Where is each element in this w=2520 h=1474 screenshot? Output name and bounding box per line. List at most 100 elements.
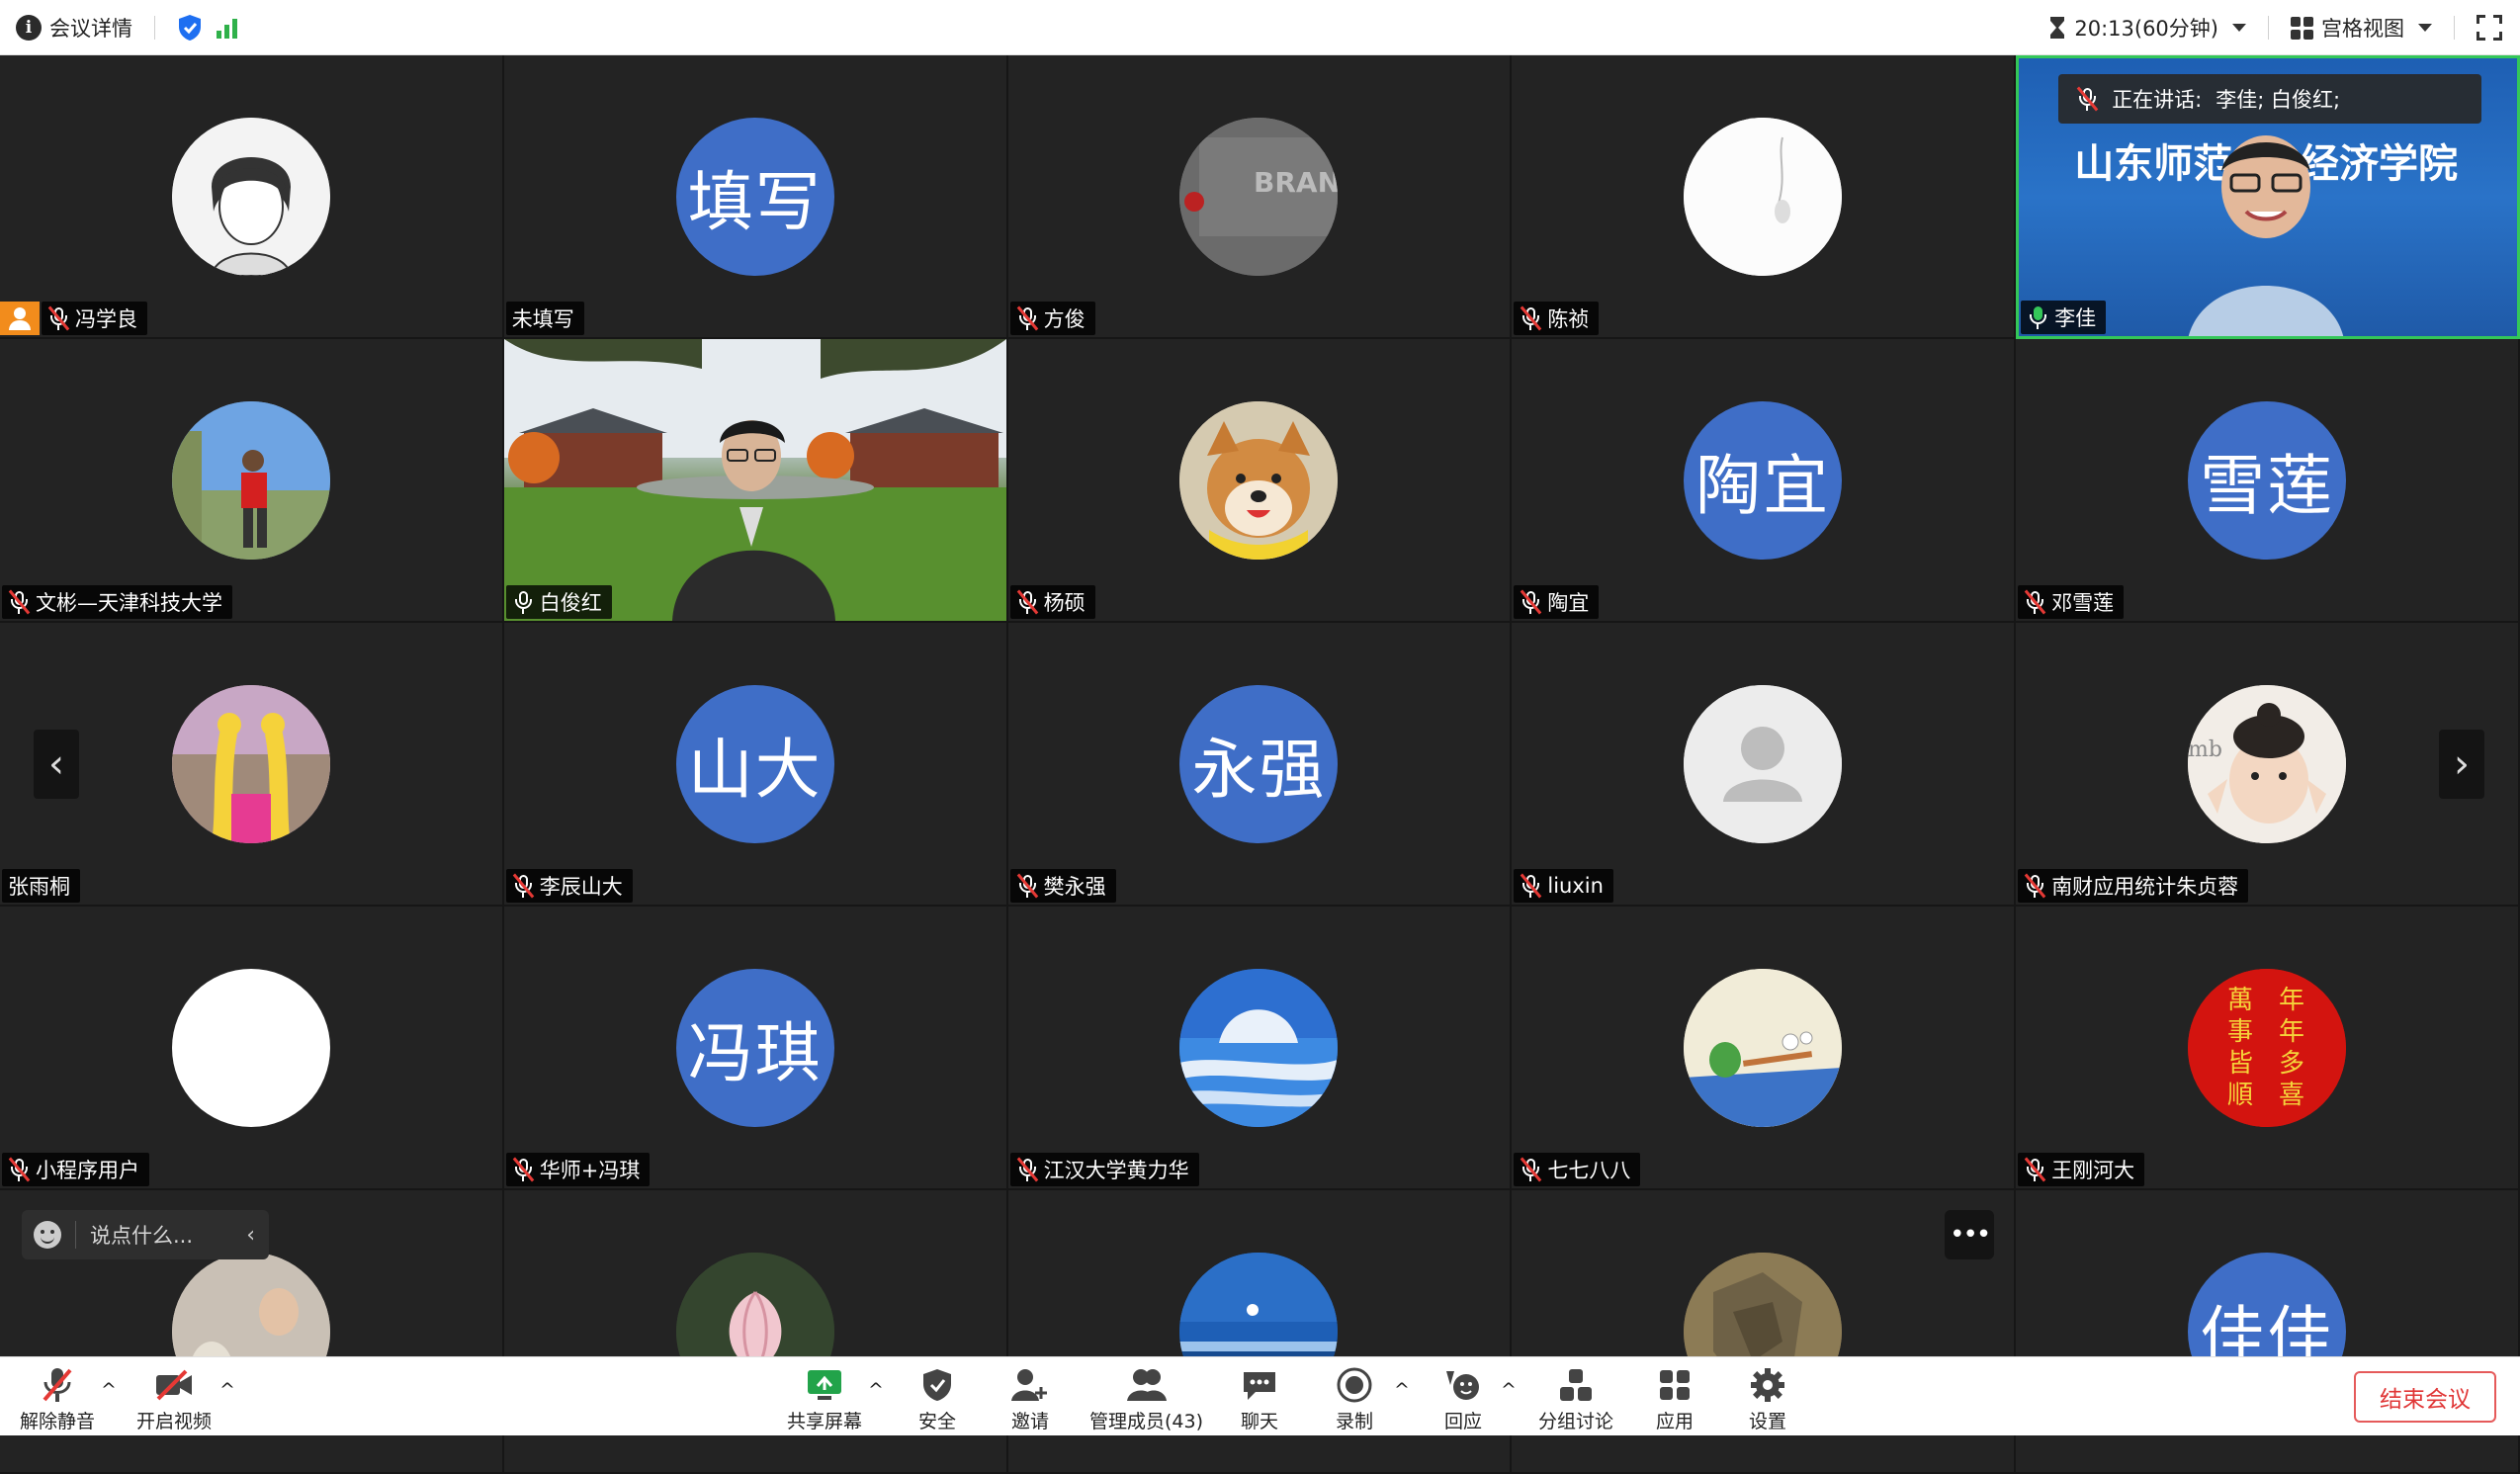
apps-grid-icon xyxy=(1655,1365,1694,1405)
participant-video xyxy=(503,339,1006,621)
reactions-button[interactable]: 回应 xyxy=(1443,1365,1483,1433)
chevron-left-icon: ‹ xyxy=(48,740,64,787)
participant-name-tag: 王刚河大 xyxy=(2018,1153,2145,1186)
participant-name-tag: 陈祯 xyxy=(1514,302,1600,335)
default-user-icon xyxy=(1684,684,1843,843)
mic-muted-icon xyxy=(2024,1157,2046,1182)
mic-muted-icon xyxy=(1520,873,1542,899)
meeting-info-label: 会议详情 xyxy=(49,16,132,41)
avatar: BRAN xyxy=(1179,117,1339,276)
participant-tile[interactable]: ‹ 张雨桐 xyxy=(0,623,504,907)
participant-name: 江汉大学黄力华 xyxy=(1043,1159,1189,1182)
apps-button[interactable]: 应用 xyxy=(1655,1365,1694,1433)
meeting-timer[interactable]: 20:13(60分钟) xyxy=(2048,13,2246,43)
reactions-options-chevron-icon[interactable]: ^ xyxy=(1501,1379,1517,1401)
participant-tile[interactable]: 山大 李辰山大 xyxy=(503,623,1008,907)
divider xyxy=(2454,16,2455,40)
participant-name: 文彬—天津科技大学 xyxy=(36,591,222,615)
unmute-button[interactable]: 解除静音 xyxy=(20,1365,95,1433)
participant-name-tag: 江汉大学黄力华 xyxy=(1009,1153,1199,1186)
participant-tile[interactable]: 杨硕 xyxy=(1007,339,1513,623)
mic-muted-icon xyxy=(2024,589,2046,615)
participant-tile[interactable]: 陈祯 xyxy=(1512,55,2017,339)
participant-tile[interactable]: 填写 未填写 xyxy=(503,55,1008,339)
manage-members-button[interactable]: 管理成员(43) xyxy=(1089,1365,1203,1433)
participant-tile[interactable]: 文彬—天津科技大学 xyxy=(0,339,504,623)
top-bar-left: i 会议详情 xyxy=(0,13,237,43)
fullscreen-icon[interactable] xyxy=(2477,15,2502,41)
divider xyxy=(75,1221,76,1249)
start-video-label: 开启视频 xyxy=(136,1411,213,1432)
mic-muted-icon xyxy=(47,305,70,331)
share-options-chevron-icon[interactable]: ^ xyxy=(868,1379,884,1401)
avatar: 冯琪 xyxy=(675,968,834,1127)
chat-button[interactable]: 聊天 xyxy=(1240,1365,1279,1433)
shield-icon[interactable] xyxy=(177,14,203,42)
video-options-chevron-icon[interactable]: ^ xyxy=(219,1379,235,1401)
participant-name: 王刚河大 xyxy=(2051,1159,2135,1182)
chat-quick-input[interactable]: 说点什么... ‹ xyxy=(22,1210,269,1259)
security-button[interactable]: 安全 xyxy=(917,1365,957,1433)
participant-name-tag: 小程序用户 xyxy=(2,1153,149,1186)
participant-name-tag: 七七八八 xyxy=(1514,1153,1641,1186)
invite-button[interactable]: 邀请 xyxy=(1010,1365,1050,1433)
participant-name: 冯学良 xyxy=(75,307,137,331)
participant-tile[interactable]: 陶宜 陶宜 xyxy=(1512,339,2017,623)
participant-tile[interactable]: 冯学良 xyxy=(0,55,504,339)
participant-tile[interactable]: liuxin xyxy=(1512,623,2017,907)
mic-muted-icon xyxy=(2076,86,2099,112)
record-options-chevron-icon[interactable]: ^ xyxy=(1394,1379,1410,1401)
settings-label: 设置 xyxy=(1748,1411,1786,1432)
participant-name-tag: 方俊 xyxy=(1009,302,1095,335)
participant-tile[interactable]: mb › 南财应用统计朱贞蓉 xyxy=(2016,623,2520,907)
mic-muted-icon xyxy=(2024,873,2046,899)
start-video-button[interactable]: 开启视频 xyxy=(136,1365,212,1433)
participant-tile[interactable]: 小程序用户 xyxy=(0,907,504,1190)
participant-name-tag: 邓雪莲 xyxy=(2018,585,2125,619)
record-label: 录制 xyxy=(1335,1411,1373,1432)
share-screen-button[interactable]: 共享屏幕 xyxy=(787,1365,862,1433)
collapse-chevron-icon[interactable]: ‹ xyxy=(246,1223,255,1248)
participant-tile[interactable]: BRAN 方俊 xyxy=(1007,55,1513,339)
participant-tile-video[interactable]: 白俊红 xyxy=(503,339,1008,623)
settings-button[interactable]: 设置 xyxy=(1748,1365,1787,1433)
chat-icon xyxy=(1240,1365,1279,1405)
participant-tile[interactable]: 七七八八 xyxy=(1512,907,2017,1190)
participant-tile[interactable]: 冯琪 华师+冯琪 xyxy=(503,907,1008,1190)
emoji-icon[interactable] xyxy=(34,1221,61,1249)
record-button[interactable]: 录制 xyxy=(1335,1365,1374,1433)
participant-tile[interactable]: 江汉大学黄力华 xyxy=(1007,907,1513,1190)
participant-tile[interactable]: 萬 事 皆 順 年 年 多 喜 王刚河大 xyxy=(2016,907,2520,1190)
chat-placeholder: 说点什么... xyxy=(90,1224,194,1248)
participant-tile[interactable]: 雪莲 邓雪莲 xyxy=(2016,339,2520,623)
avatar: mb xyxy=(2188,684,2347,843)
apps-label: 应用 xyxy=(1655,1411,1694,1432)
breakout-rooms-button[interactable]: 分组讨论 xyxy=(1538,1365,1613,1433)
participant-name: 李佳 xyxy=(2054,306,2097,330)
mic-muted-icon xyxy=(1520,589,1542,615)
participant-name-tag: liuxin xyxy=(1514,869,1613,903)
participant-tile-active-speaker[interactable]: 山东师范 经济学院 正在讲话: 李佳; 白俊红; 李佳 xyxy=(2016,55,2520,339)
signal-icon[interactable] xyxy=(217,17,237,39)
audio-options-chevron-icon[interactable]: ^ xyxy=(101,1379,117,1401)
end-meeting-button[interactable]: 结束会议 xyxy=(2354,1371,2496,1423)
view-mode-selector[interactable]: 宫格视图 xyxy=(2291,13,2432,43)
avatar xyxy=(171,117,330,276)
avatar xyxy=(171,968,330,1127)
ellipsis-icon: ••• xyxy=(1950,1220,1991,1250)
mic-muted-icon xyxy=(1016,589,1038,615)
next-page-button[interactable]: › xyxy=(2438,729,2484,799)
speaking-label: 正在讲话: xyxy=(2112,88,2203,112)
svg-text:多: 多 xyxy=(2279,1049,2304,1079)
meeting-info-button[interactable]: i 会议详情 xyxy=(16,13,132,43)
reaction-hand-icon xyxy=(1443,1365,1483,1405)
participant-name: 方俊 xyxy=(1043,307,1086,331)
info-icon: i xyxy=(16,14,42,41)
speaker-figure xyxy=(2189,135,2344,336)
more-options-button[interactable]: ••• xyxy=(1945,1210,1995,1259)
participant-tile[interactable]: 永强 樊永强 xyxy=(1007,623,1513,907)
previous-page-button[interactable]: ‹ xyxy=(34,729,79,799)
mic-muted-icon xyxy=(1016,873,1038,899)
manage-members-label: 管理成员(43) xyxy=(1089,1411,1204,1432)
mic-icon xyxy=(2027,304,2048,330)
